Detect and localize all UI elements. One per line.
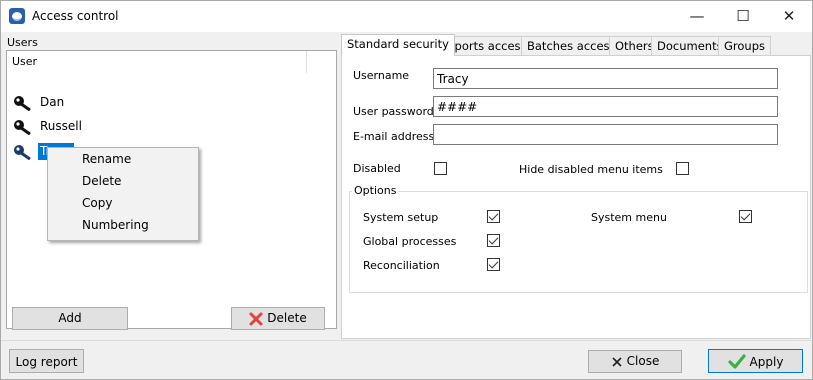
- user-row-russell[interactable]: Russell: [13, 116, 193, 138]
- reconciliation-label: Reconciliation: [363, 259, 440, 272]
- global-processes-label: Global processes: [363, 235, 457, 248]
- disabled-checkbox[interactable]: [434, 162, 447, 175]
- disabled-label: Disabled: [353, 162, 401, 175]
- system-menu-label: System menu: [591, 211, 667, 224]
- close-button[interactable]: Close: [588, 350, 682, 373]
- email-field[interactable]: [433, 124, 778, 145]
- check-icon: [727, 353, 746, 369]
- password-field[interactable]: ####: [433, 96, 778, 117]
- log-report-label: Log report: [15, 354, 78, 369]
- system-setup-label: System setup: [363, 211, 439, 224]
- log-report-button[interactable]: Log report: [9, 349, 84, 373]
- apply-button[interactable]: Apply: [708, 349, 803, 373]
- app-icon: [9, 8, 25, 24]
- tab-batches-access[interactable]: Batches access: [521, 36, 622, 55]
- key-icon: [14, 96, 31, 111]
- username-field[interactable]: Tracy: [433, 68, 778, 89]
- tab-standard-security[interactable]: Standard security: [341, 34, 455, 56]
- username-label: Username: [353, 69, 410, 82]
- system-setup-checkbox[interactable]: [487, 210, 500, 223]
- user-column-header[interactable]: User: [7, 51, 307, 73]
- add-user-label: Add: [58, 311, 82, 325]
- minimize-button[interactable]: —: [674, 1, 720, 32]
- reconciliation-checkbox[interactable]: [487, 258, 500, 271]
- users-group-label: Users: [7, 36, 38, 49]
- delete-user-button[interactable]: Delete: [231, 307, 325, 330]
- hide-disabled-label: Hide disabled menu items: [519, 163, 663, 176]
- menu-item-rename[interactable]: Rename: [48, 148, 198, 170]
- menu-item-copy[interactable]: Copy: [48, 192, 198, 214]
- delete-user-label: Delete: [267, 311, 307, 325]
- hide-disabled-checkbox[interactable]: [676, 162, 689, 175]
- menu-item-delete[interactable]: Delete: [48, 170, 198, 192]
- user-row-dan[interactable]: Dan: [13, 92, 193, 114]
- user-name: Russell: [40, 119, 82, 133]
- access-control-window: Access control — ☐ ✕ Users User Dan Russ…: [0, 0, 813, 380]
- user-context-menu: Rename Delete Copy Numbering: [47, 147, 199, 241]
- key-icon: [14, 120, 31, 135]
- standard-security-page: Username Tracy User password #### E-mail…: [341, 55, 811, 339]
- menu-item-numbering[interactable]: Numbering: [48, 214, 198, 236]
- window-title: Access control: [32, 9, 119, 23]
- user-name: Dan: [40, 95, 65, 109]
- apply-label: Apply: [749, 354, 784, 369]
- delete-x-icon: [249, 312, 263, 325]
- tab-documents[interactable]: Documents: [651, 36, 729, 55]
- system-menu-checkbox[interactable]: [739, 210, 752, 223]
- close-x-icon: [612, 356, 622, 367]
- maximize-button[interactable]: ☐: [720, 1, 766, 32]
- tab-groups[interactable]: Groups: [718, 36, 772, 55]
- global-processes-checkbox[interactable]: [487, 234, 500, 247]
- add-user-button[interactable]: Add: [12, 307, 128, 330]
- key-icon: [14, 145, 31, 160]
- footer-divider: [1, 340, 812, 341]
- password-label: User password: [353, 105, 434, 118]
- close-window-button[interactable]: ✕: [766, 1, 812, 32]
- title-bar: Access control — ☐ ✕: [1, 1, 812, 32]
- close-label: Close: [626, 354, 660, 368]
- options-legend: Options: [352, 184, 399, 197]
- email-label: E-mail address: [353, 130, 435, 143]
